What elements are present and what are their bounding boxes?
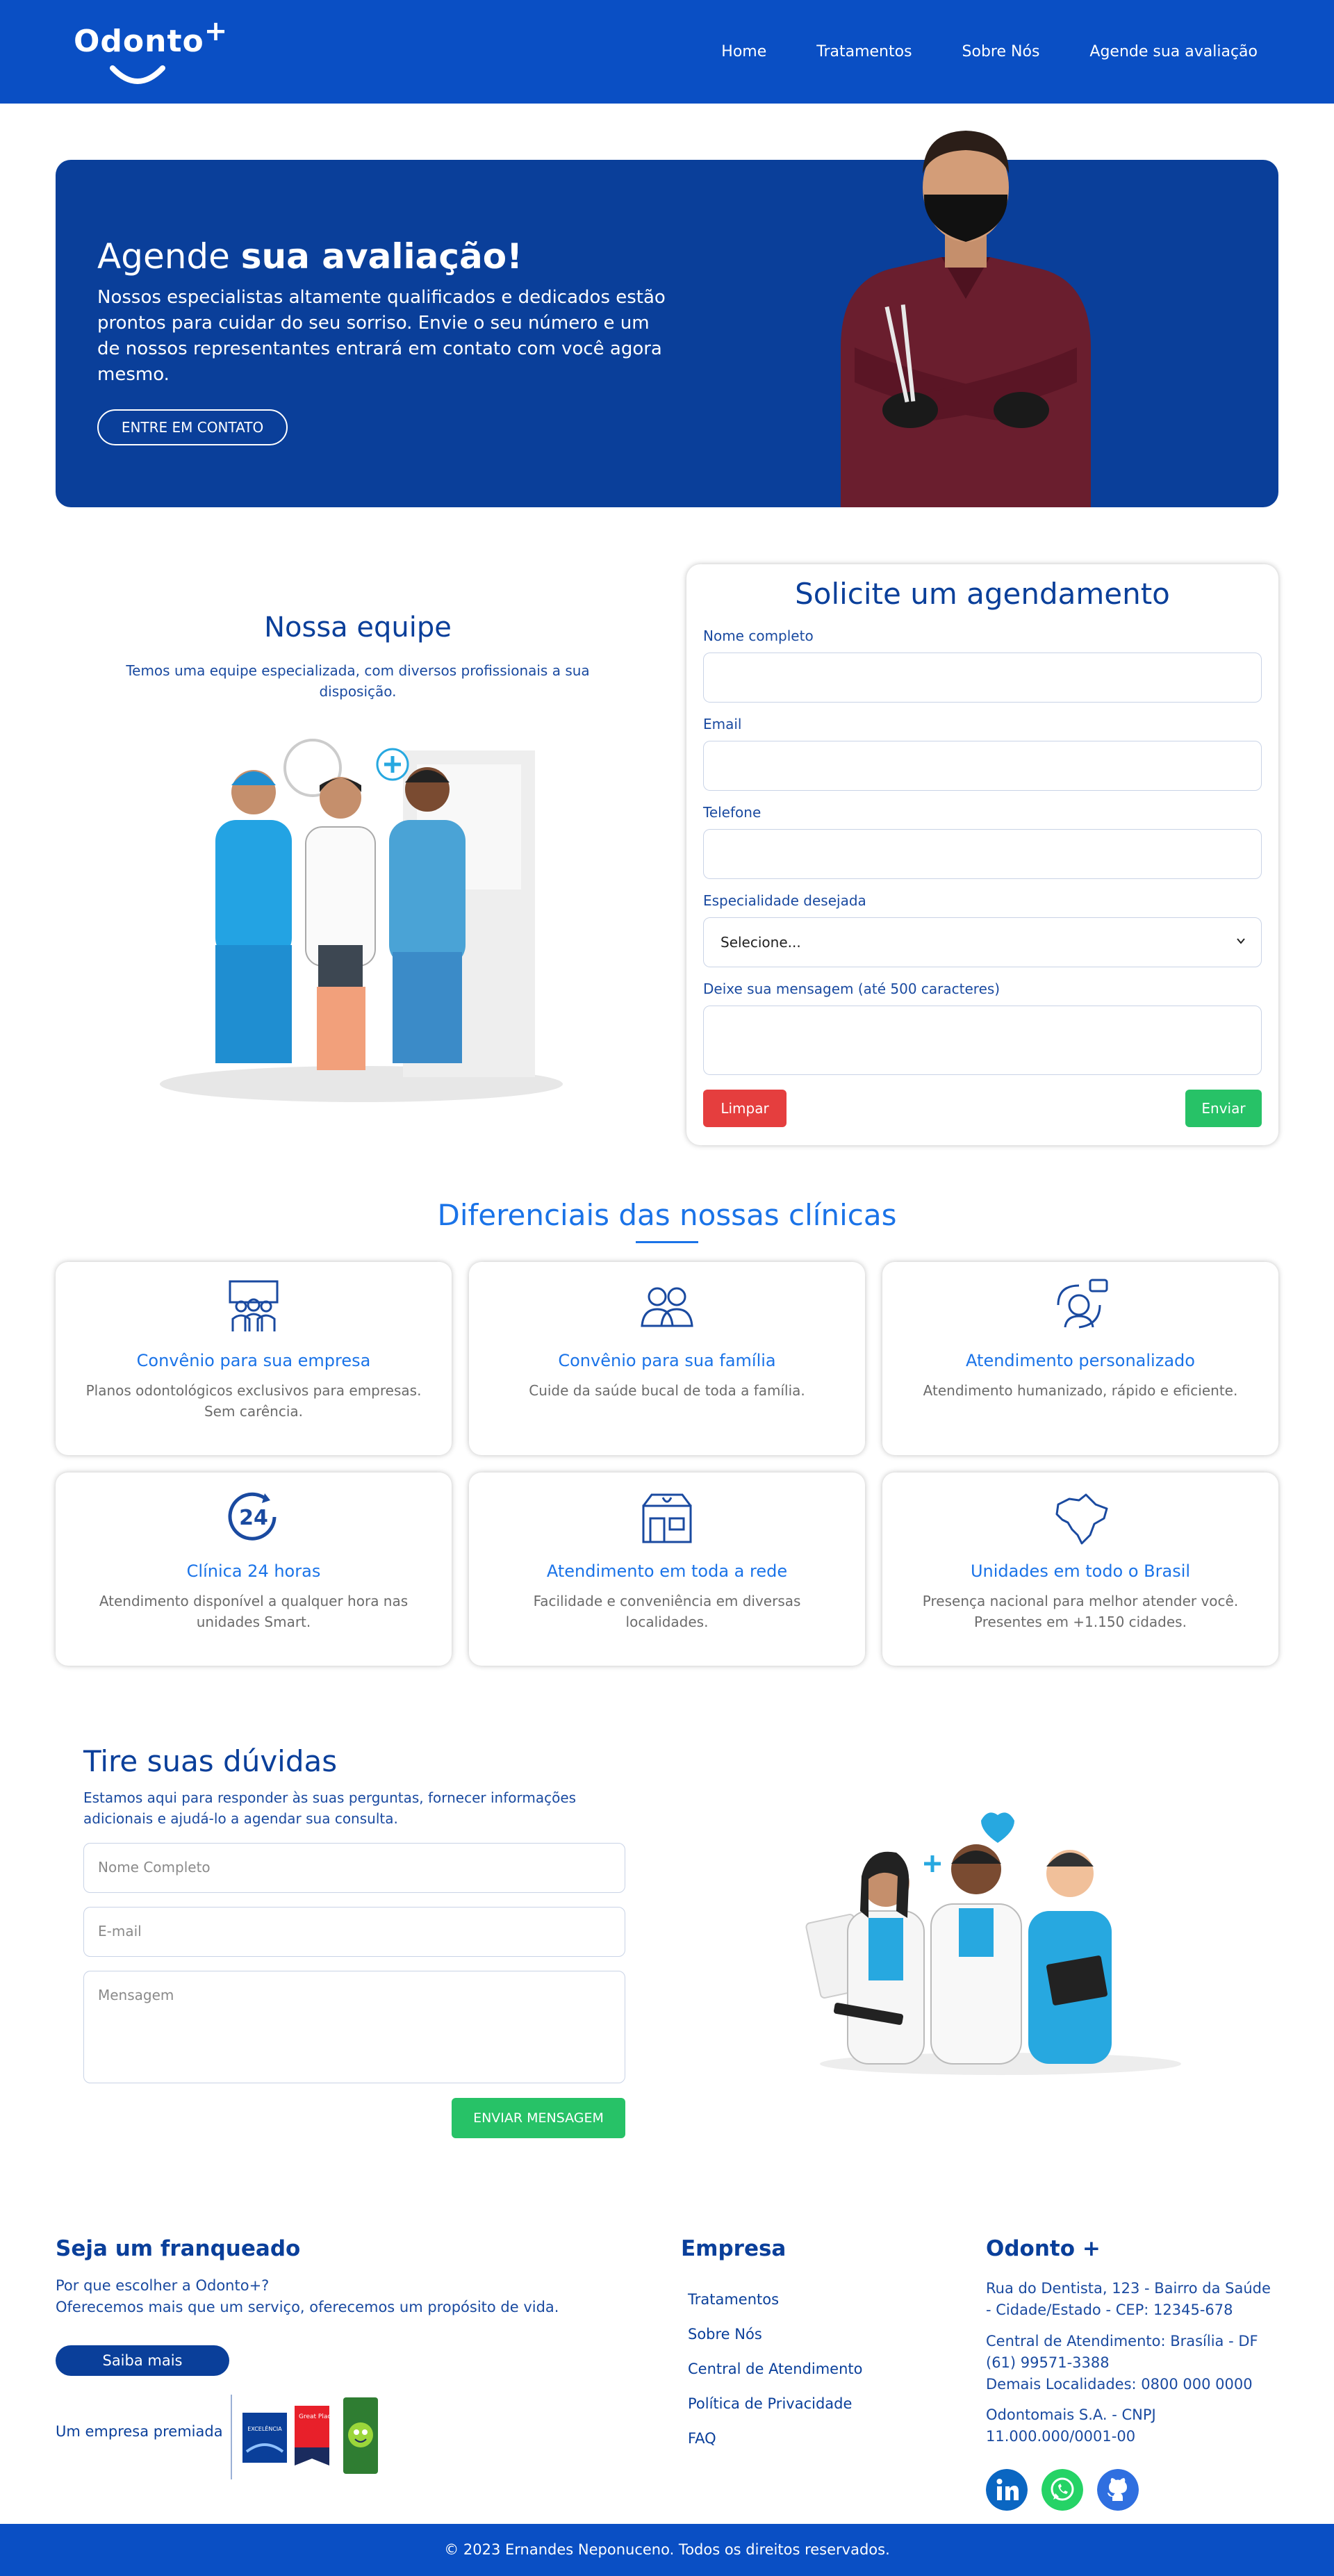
award-badge-mascot [343, 2397, 378, 2474]
differentials-title: Diferenciais das nossas clínicas [437, 1198, 897, 1232]
differential-text: Atendimento humanizado, rápido e eficien… [923, 1382, 1238, 1399]
differential-text: Planos odontológicos exclusivos para emp… [85, 1382, 422, 1420]
group-icon [229, 1280, 279, 1331]
franchise-line-2: Oferecemos mais que um serviço, oferecem… [56, 2299, 559, 2315]
faq-email-input[interactable]: E-mail [83, 1907, 625, 1957]
award-badge-excellence: EXCELÊNCIA [242, 2413, 287, 2463]
differential-card: Unidades em todo o Brasil Presença nacio… [882, 1472, 1278, 1666]
learn-more-button[interactable]: Saiba mais [56, 2345, 229, 2376]
logo-smile-icon [110, 65, 165, 84]
name-input[interactable] [703, 653, 1262, 703]
differential-title: Clínica 24 horas [186, 1561, 321, 1581]
hero-text: Nossos especialistas altamente qualifica… [97, 287, 666, 385]
support-icon [1057, 1279, 1108, 1329]
differential-text: Atendimento disponível a qualquer hora n… [99, 1593, 409, 1630]
differential-title: Atendimento personalizado [966, 1351, 1195, 1370]
contact-button[interactable]: ENTRE EM CONTATO [97, 409, 288, 445]
copyright: © 2023 Ernandes Neponuceno. Todos os dir… [444, 2541, 890, 2558]
differential-text: Cuide da saúde bucal de toda a família. [529, 1382, 805, 1399]
award-badge-2-text: Great Place To Work [299, 2413, 332, 2420]
email-input[interactable] [703, 741, 1262, 791]
differential-text: Facilidade e conveniência em diversas lo… [533, 1593, 801, 1630]
logo-plus: + [204, 15, 229, 47]
chevron-down-icon [1237, 938, 1245, 944]
email-label: Email [703, 716, 742, 732]
differential-title: Convênio para sua empresa [136, 1351, 371, 1370]
nav-tratamentos[interactable]: Tratamentos [816, 43, 912, 60]
footer-link-faq[interactable]: FAQ [688, 2430, 716, 2447]
clock-24-icon: 24 [228, 1492, 277, 1541]
team-title: Nossa equipe [264, 612, 452, 643]
differential-card: 24 Clínica 24 horas Atendimento disponív… [56, 1472, 452, 1666]
differential-title: Unidades em todo o Brasil [970, 1561, 1191, 1581]
faq-text: Estamos aqui para responder às suas perg… [83, 1789, 577, 1827]
footer-link-central[interactable]: Central de Atendimento [688, 2361, 862, 2377]
award-label: Um empresa premiada [56, 2423, 223, 2440]
logo-text: Odonto [74, 24, 204, 59]
brand-title: Odonto + [986, 2236, 1101, 2261]
differential-card: Convênio para sua família Cuide da saúde… [469, 1262, 865, 1455]
nav-home[interactable]: Home [721, 43, 766, 60]
award-divider [231, 2395, 232, 2479]
hero-title: Agende sua avaliação! [97, 236, 522, 277]
send-message-button[interactable]: ENVIAR MENSAGEM [452, 2098, 625, 2138]
linkedin-icon[interactable] [986, 2469, 1028, 2511]
faq-name-input[interactable]: Nome Completo [83, 1843, 625, 1893]
send-button[interactable]: Enviar [1185, 1090, 1262, 1127]
address: Rua do Dentista, 123 - Bairro da Saúde -… [986, 2280, 1271, 2318]
award-badge-1-text: EXCELÊNCIA [247, 2425, 282, 2432]
phone-label: Telefone [703, 804, 761, 821]
specialty-selected: Selecione... [720, 934, 801, 951]
hero-title-bold: sua avaliação! [240, 236, 522, 277]
footer-link-sobre-nos[interactable]: Sobre Nós [688, 2326, 762, 2343]
differential-title: Atendimento em toda a rede [546, 1561, 788, 1581]
top-navbar: Odonto+ Home Tratamentos Sobre Nós Agend… [0, 0, 1334, 104]
team-text: Temos uma equipe especializada, com dive… [126, 662, 590, 700]
whatsapp-icon[interactable] [1041, 2469, 1083, 2511]
faq-message-textarea[interactable]: Mensagem [83, 1971, 625, 2083]
franchise-title: Seja um franqueado [56, 2236, 301, 2261]
differential-text: Presença nacional para melhor atender vo… [922, 1593, 1239, 1630]
differential-card: Atendimento em toda a rede Facilidade e … [469, 1472, 865, 1666]
differential-card: Atendimento personalizado Atendimento hu… [882, 1262, 1278, 1455]
phone-central: Central de Atendimento: Brasília - DF (6… [986, 2333, 1258, 2371]
family-icon [641, 1287, 693, 1327]
phone-other: Demais Localidades: 0800 000 0000 [986, 2376, 1253, 2393]
phone-input[interactable] [703, 829, 1262, 879]
franchise-line-1: Por que escolher a Odonto+? [56, 2277, 270, 2294]
company-title: Empresa [681, 2236, 787, 2261]
clear-button[interactable]: Limpar [703, 1090, 787, 1127]
team-illustration [160, 739, 563, 1102]
footer-link-tratamentos[interactable]: Tratamentos [688, 2291, 779, 2308]
footer-link-privacidade[interactable]: Política de Privacidade [688, 2395, 852, 2412]
svg-text:24: 24 [239, 1506, 268, 1530]
name-label: Nome completo [703, 627, 814, 644]
differential-title: Convênio para sua família [558, 1351, 776, 1370]
award-badge-gptw: Great Place To Work [295, 2406, 332, 2466]
dentist-photo [841, 131, 1091, 507]
differential-card: Convênio para sua empresa Planos odontol… [56, 1262, 452, 1455]
title-underline [636, 1241, 698, 1243]
message-textarea[interactable] [703, 1006, 1262, 1075]
nav-links: Home Tratamentos Sobre Nós Agende sua av… [721, 0, 1258, 104]
hero-title-light: Agende [97, 236, 241, 277]
github-icon[interactable] [1097, 2469, 1139, 2511]
message-label: Deixe sua mensagem (até 500 caracteres) [703, 981, 1000, 997]
faq-title: Tire suas dúvidas [83, 1744, 338, 1778]
clinic-icon [642, 1493, 692, 1543]
booking-title: Solicite um agendamento [795, 577, 1170, 611]
brazil-map-icon [1055, 1493, 1108, 1545]
cnpj: Odontomais S.A. - CNPJ 11.000.000/0001-0… [986, 2406, 1156, 2445]
specialty-select[interactable]: Selecione... [703, 917, 1262, 967]
specialty-label: Especialidade desejada [703, 892, 866, 909]
doctors-illustration [805, 1812, 1181, 2075]
nav-sobre-nos[interactable]: Sobre Nós [962, 43, 1040, 60]
nav-agende[interactable]: Agende sua avaliação [1089, 43, 1258, 60]
logo[interactable]: Odonto+ [74, 15, 228, 84]
